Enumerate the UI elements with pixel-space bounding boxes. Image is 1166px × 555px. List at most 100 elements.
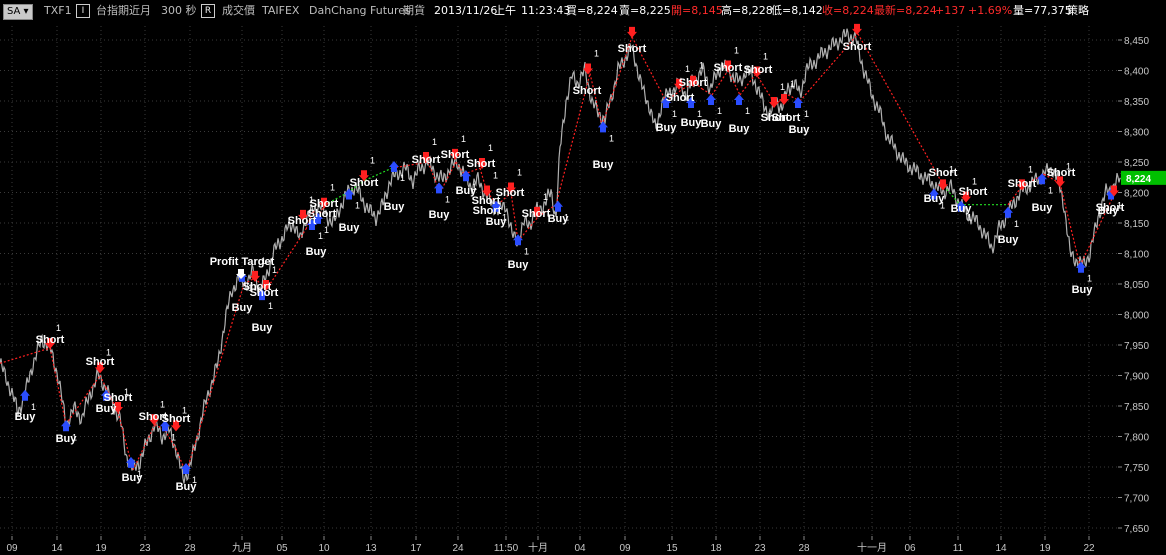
y-tick-label: 7,900 xyxy=(1124,372,1149,383)
signal-label: Buy xyxy=(384,201,406,213)
x-tick-label: 17 xyxy=(410,543,422,554)
broker-label: DahChang Futures xyxy=(309,4,411,17)
signal-label: Buy xyxy=(339,222,361,234)
signal-count: 1 xyxy=(745,106,750,116)
y-tick-label: 7,950 xyxy=(1124,341,1149,352)
signal-count: 1 xyxy=(1014,219,1019,229)
signal-label: Buy xyxy=(681,117,703,129)
trade-segment xyxy=(857,33,945,187)
signal-label: Short xyxy=(1008,178,1037,190)
signal-count: 1 xyxy=(1087,274,1092,284)
signal-count: 1 xyxy=(171,432,176,442)
last-price-tag: 8,224 xyxy=(1126,174,1151,185)
signal-label: Short xyxy=(36,334,65,346)
high-label: 高=8,228 xyxy=(721,4,773,17)
y-tick-label: 8,300 xyxy=(1124,128,1149,139)
signal-label: Short xyxy=(618,43,647,55)
x-tick-label: 28 xyxy=(798,543,810,554)
signal-count: 1 xyxy=(685,64,690,74)
signal-count: 1 xyxy=(56,323,61,333)
change-label: +137 xyxy=(935,4,966,17)
y-tick-label: 8,200 xyxy=(1124,189,1149,200)
y-tick-label: 7,750 xyxy=(1124,463,1149,474)
signal-count: 1 xyxy=(524,246,529,256)
signal-count: 1 xyxy=(318,231,323,241)
signal-label: Short xyxy=(843,41,872,53)
low-label: 低=8,142 xyxy=(771,4,823,17)
time-label: 11:23:43 xyxy=(521,4,571,17)
signal-label: Buy xyxy=(429,209,451,221)
contract-name: 台指期近月 xyxy=(96,4,151,17)
signal-label: Buy xyxy=(593,159,615,171)
buy-signal-arrow xyxy=(434,182,444,194)
buy-signal-arrow xyxy=(706,93,716,105)
x-tick-label: 11 xyxy=(953,543,964,554)
x-tick-label: 19 xyxy=(1039,543,1051,554)
signal-label: Short xyxy=(308,208,337,220)
strategy-label[interactable]: 策略 xyxy=(1067,0,1089,22)
signal-count: 1 xyxy=(763,52,768,62)
buy-signal-arrow xyxy=(553,200,563,212)
signal-count: 1 xyxy=(493,171,498,181)
signal-label: Buy xyxy=(306,246,328,258)
signal-label: Short xyxy=(744,64,773,76)
signal-label: Buy xyxy=(548,213,570,225)
signal-label: Short xyxy=(714,62,743,74)
y-tick-label: 8,250 xyxy=(1124,158,1149,169)
y-tick-label: 7,650 xyxy=(1124,524,1149,535)
x-tick-label: 十月 xyxy=(528,541,548,554)
signal-label: Short xyxy=(929,167,958,179)
close-label: 收=8,224 xyxy=(822,4,874,17)
signal-count: 1 xyxy=(780,82,785,92)
signal-label: Short xyxy=(467,158,496,170)
r-toggle-button[interactable]: R xyxy=(201,4,215,18)
signal-label: Short xyxy=(522,208,551,220)
line-toggle-button[interactable]: I xyxy=(76,4,90,18)
trade-segment xyxy=(65,375,101,425)
signal-label: Short xyxy=(350,177,379,189)
trade-segment xyxy=(727,70,741,96)
x-tick-label: 04 xyxy=(574,543,586,554)
y-tick-label: 7,850 xyxy=(1124,402,1149,413)
chart-header: SA ▾ TXF1 I 台指期近月 300 秒 R 成交價 TAIFEX Dah… xyxy=(0,0,1166,22)
exchange-label: TAIFEX xyxy=(262,4,300,17)
signal-label: Buy xyxy=(486,216,508,228)
x-tick-label: 14 xyxy=(51,543,63,554)
x-tick-label: 10 xyxy=(318,543,330,554)
signal-label: Short xyxy=(412,154,441,166)
signal-label: Short xyxy=(772,112,801,124)
y-tick-label: 8,400 xyxy=(1124,67,1149,78)
interval-label[interactable]: 300 秒 xyxy=(161,0,197,22)
buy-signal-arrow xyxy=(389,161,399,173)
signal-count: 1 xyxy=(400,173,405,183)
signal-label: Buy xyxy=(656,122,678,134)
x-tick-label: 23 xyxy=(139,543,151,554)
signal-count: 1 xyxy=(488,143,493,153)
scope-dropdown[interactable]: SA ▾ xyxy=(3,4,33,20)
signal-count: 1 xyxy=(594,49,599,59)
y-tick-label: 8,050 xyxy=(1124,280,1149,291)
x-tick-label: 11:50 xyxy=(494,543,519,554)
ampm-label: 上午 xyxy=(494,4,516,17)
x-tick-label: 19 xyxy=(95,543,107,554)
signal-count: 1 xyxy=(370,155,375,165)
signal-label: Buy xyxy=(951,203,973,215)
signal-label: Buy xyxy=(96,403,118,415)
x-tick-label: 十一月 xyxy=(857,541,887,554)
signal-label: Short xyxy=(959,186,988,198)
signal-count: 1 xyxy=(717,106,722,116)
signal-label: Buy xyxy=(998,234,1020,246)
y-tick-label: 7,800 xyxy=(1124,433,1149,444)
signal-count: 1 xyxy=(543,192,548,202)
price-chart[interactable]: 1111111111111111111111111111111111111 11 1… xyxy=(0,0,1166,555)
signal-count: 1 xyxy=(160,399,165,409)
y-tick-label: 8,000 xyxy=(1124,311,1149,322)
symbol-label[interactable]: TXF1 xyxy=(44,0,72,22)
signal-count: 1 xyxy=(804,109,809,119)
x-tick-label: 14 xyxy=(995,543,1007,554)
signal-count: 1 xyxy=(1028,164,1033,174)
signal-count: 1 xyxy=(268,301,273,311)
x-tick-label: 18 xyxy=(710,543,722,554)
short-signal-arrow xyxy=(627,26,637,38)
signal-count: 1 xyxy=(461,134,466,144)
